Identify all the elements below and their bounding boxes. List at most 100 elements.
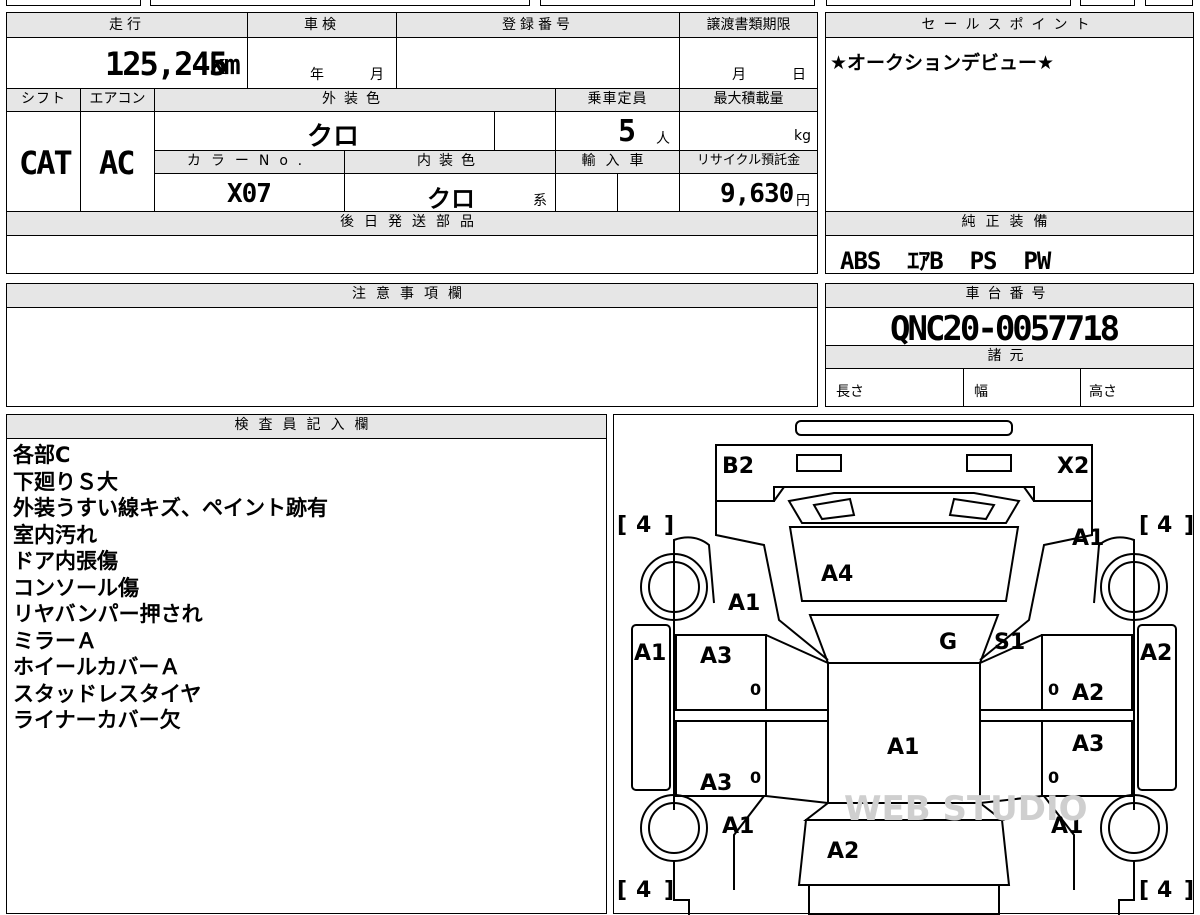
right-pillar-shape: [980, 709, 1132, 722]
capacity-label: 乗車定員: [555, 88, 680, 112]
shift-label: シフト: [6, 88, 81, 112]
rear-spoiler-shape: [795, 420, 1013, 436]
mark-rear-glass: A4: [821, 562, 853, 587]
mileage-value: 125,245: [105, 45, 228, 83]
equipment-body: ABS ｴｱB PS PW: [825, 235, 1194, 275]
right-tail-light-shape: [966, 454, 1012, 472]
mileage-cell: 125,245 km: [6, 37, 248, 89]
recycle-value: 9,630: [720, 179, 794, 209]
damage-diagram-panel: [ ] [ ] [ ] [ ] 4 4 4 4 B2 X2 A4 A1 A1 A…: [613, 414, 1194, 915]
height-label: 高さ: [1089, 384, 1117, 400]
sales-point-text: ★オークションデビュー★: [830, 52, 1055, 74]
upper-roof-shape: [808, 614, 1000, 664]
tire-bracket-fl: [: [617, 878, 627, 903]
left-rear-body-shape: [715, 501, 829, 661]
recycle-label: リサイクル預託金: [679, 150, 818, 174]
color-no-cell: X07: [154, 173, 345, 212]
caution-body: [6, 307, 818, 407]
left-pillar-shape: [676, 709, 828, 722]
equipment-panel: 純正装備 ABS ｴｱB PS PW: [825, 211, 1194, 275]
equipment-label: 純正装備: [825, 211, 1194, 236]
note-line: ミラーＡ: [13, 628, 97, 653]
capacity-unit: 人: [656, 131, 670, 147]
transfer-day-unit: 日: [792, 67, 806, 83]
chassis-number-cell: QNC20-0057718: [825, 307, 1194, 349]
later-parts-cell: [6, 235, 818, 274]
length-cell: 長さ: [825, 368, 964, 407]
front-arch-shape: [673, 861, 1135, 915]
mileage-unit: km: [209, 48, 241, 81]
shaken-month-unit: 月: [370, 67, 384, 83]
left-rear-arch-shape: [673, 536, 715, 604]
tire-bracket-rl: [: [617, 513, 627, 538]
mark-right-rear-door: A2: [1072, 681, 1104, 706]
note-line: 下廻りＳ大: [13, 469, 118, 494]
ext-color-label: 外装色: [154, 88, 556, 112]
note-line: ホイールカバーＡ: [13, 655, 181, 679]
tire-bracket-fr-end: ]: [1184, 878, 1194, 903]
recycle-cell: 9,630 円: [679, 173, 818, 212]
roof-shape: [827, 662, 981, 804]
color-no-label: カラーNo.: [154, 150, 345, 174]
width-label: 幅: [974, 384, 988, 400]
mark-rear-right: X2: [1057, 454, 1089, 479]
max-load-label: 最大積載量: [679, 88, 818, 112]
int-color-value: クロ: [427, 185, 475, 213]
mark-s1: S1: [994, 630, 1025, 655]
transfer-cell: 月 日: [679, 37, 818, 89]
later-parts-label: 後日発送部品: [6, 211, 818, 236]
shaken-cell: 年 月: [247, 37, 397, 89]
mark-hood: A2: [827, 839, 859, 864]
note-line: コンソール傷: [13, 575, 139, 600]
ext-color-cell: クロ: [154, 111, 495, 152]
note-line: 外装うすい線キズ、ペイント跡有: [13, 496, 328, 520]
mark-glass: G: [939, 630, 957, 655]
import-label: 輸入車: [555, 150, 680, 174]
tire-depth-values: 4 4 4 4: [636, 513, 1172, 903]
note-line: スタッドレスタイヤ: [13, 681, 202, 706]
mark-left-rear-quarter: A1: [634, 641, 666, 666]
capacity-value: 5: [618, 114, 637, 149]
tire-bracket-rr-end: ]: [1184, 513, 1194, 538]
note-line: リヤバンパー押され: [13, 602, 203, 626]
height-cell: 高さ: [1080, 368, 1194, 407]
tire-bracket-fr: [: [1139, 878, 1149, 903]
sales-point-panel: セールスポイント ★オークションデビュー★: [825, 12, 1194, 212]
zero-mark-lf: 0: [750, 768, 761, 787]
chassis-panel: 車台番号 QNC20-0057718 諸元 長さ 幅 高さ: [825, 283, 1194, 407]
int-color-label: 内装色: [344, 150, 556, 174]
transfer-label: 譲渡書類期限: [679, 12, 818, 38]
width-cell: 幅: [963, 368, 1081, 407]
zero-marks: 0 0 0 0: [750, 680, 1059, 787]
tire-bracket-fl-end: ]: [664, 878, 674, 903]
note-line: 室内汚れ: [13, 522, 97, 547]
top-strip: [0, 0, 1200, 8]
import-cell-2: [617, 173, 680, 212]
color-no-value: X07: [227, 179, 272, 209]
ac-value: AC: [99, 144, 136, 182]
mileage-label: 走行: [6, 12, 248, 38]
zero-mark-rr: 0: [1048, 680, 1059, 699]
sales-point-body: ★オークションデビュー★: [825, 37, 1194, 212]
inspector-label: 検査員記入欄: [6, 414, 607, 439]
sales-point-label: セールスポイント: [825, 12, 1194, 38]
spec-block: 走行 車検 登録番号 譲渡書類期限 125,245 km 年 月 月 日 シフト…: [6, 12, 818, 274]
left-front-wheel-inner-shape: [648, 802, 700, 854]
watermark: WEB STUDIO: [844, 789, 1088, 829]
left-door-edge-shape: [765, 634, 829, 804]
transfer-month-unit: 月: [732, 67, 746, 83]
shift-value: CAT: [19, 144, 73, 182]
int-color-cell: クロ 系: [344, 173, 556, 213]
note-line: ライナーカバー欠: [13, 708, 181, 732]
rear-wiper-right-shape: [948, 497, 996, 521]
tire-depth-fl: 4: [636, 878, 651, 903]
ac-label: エアコン: [80, 88, 155, 112]
import-cell-1: [555, 173, 618, 212]
registration-label: 登録番号: [396, 12, 680, 38]
mark-right-rear-quarter: A2: [1140, 641, 1172, 666]
length-label: 長さ: [836, 384, 864, 400]
left-tail-light-shape: [796, 454, 842, 472]
max-load-unit: kg: [794, 128, 811, 144]
shaken-label: 車検: [247, 12, 397, 38]
zero-mark-lr: 0: [750, 680, 761, 699]
